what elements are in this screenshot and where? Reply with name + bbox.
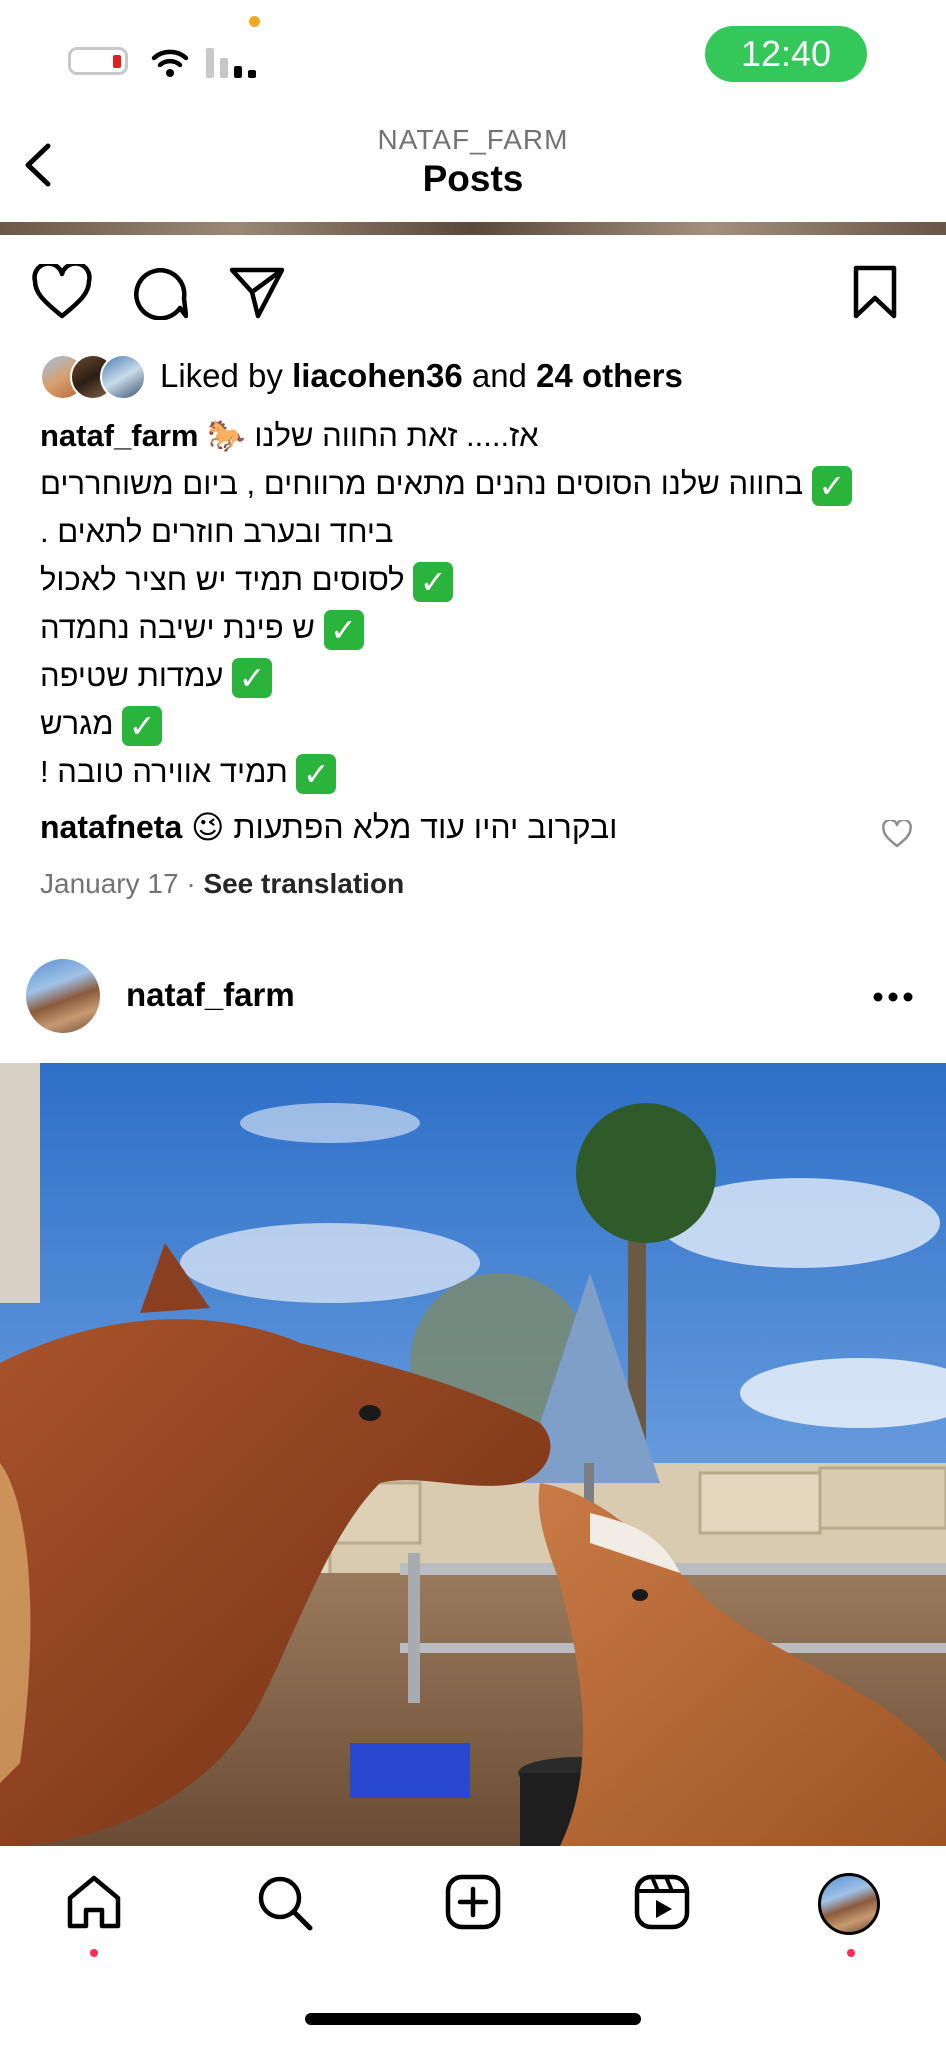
caption-line: תמיד אווירה טובה ! [40,754,288,789]
horses-photo [0,1063,946,1846]
search-icon[interactable] [254,1872,314,1932]
post-author-username[interactable]: nataf_farm [126,976,295,1014]
caption-line: עמדות שטיפה [40,658,224,693]
check-icon: ✓ [122,705,163,746]
check-icon: ✓ [413,561,454,602]
caption-line: ש פינת ישיבה נחמדה [40,610,315,645]
more-options-button[interactable] [872,991,914,1003]
home-icon[interactable] [64,1872,124,1932]
check-icon: ✓ [811,465,852,506]
liker-avatars [40,352,160,400]
caption-line: לסוסים תמיד יש חציר לאכול [40,562,405,597]
likes-others-count[interactable]: 24 others [536,357,683,394]
cellular-signal-icon [206,48,256,78]
like-button[interactable] [32,264,92,320]
share-button[interactable] [228,264,286,320]
create-icon[interactable] [443,1872,503,1932]
comment-username[interactable]: natafneta [40,809,182,845]
post-caption: nataf_farm אז..... זאת החווה שלנו 🐎 בחוו… [40,412,906,796]
comment-like-button[interactable] [882,820,912,848]
page-title: Posts [422,158,524,199]
post-meta: January 17 · See translation [40,868,404,900]
dot-separator: · [186,868,196,899]
caption-line: אז..... זאת החווה שלנו 🐎 [207,418,539,453]
post-author-avatar[interactable] [26,959,100,1033]
status-time: 12:40 [705,26,867,82]
check-icon: ✓ [296,753,337,794]
liker-username[interactable]: liacohen36 [292,357,463,394]
caption-line: ביחד ובערב חוזרים לתאים . [40,514,394,549]
caption-username[interactable]: nataf_farm [40,418,199,453]
post-image[interactable] [0,1063,946,1846]
caption-line: מגרש [40,706,114,741]
profile-tab-avatar[interactable] [818,1873,880,1935]
avatar [100,354,146,400]
privacy-indicator-dot [249,16,260,27]
wifi-icon [151,49,189,77]
see-translation-link[interactable]: See translation [203,868,404,899]
comment-button[interactable] [132,264,188,320]
comment-text: ובקרוב יהיו עוד מלא הפתעות 😉 [191,809,618,845]
comment-row: natafneta ובקרוב יהיו עוד מלא הפתעות 😉 [40,808,617,846]
home-notification-dot [90,1949,98,1957]
account-name-header: NATAF_FARM [377,124,569,155]
check-icon: ✓ [232,657,273,698]
previous-post-image-edge[interactable] [0,222,946,235]
post-date: January 17 [40,868,179,899]
reels-icon[interactable] [632,1872,692,1932]
profile-notification-dot [847,1949,855,1957]
battery-icon [68,47,128,75]
caption-line: בחווה שלנו הסוסים נהנים מתאים מרווחים , … [40,466,804,501]
check-icon: ✓ [323,609,364,650]
home-indicator [305,2013,641,2025]
likes-text: Liked by liacohen36 and 24 others [160,357,683,394]
save-button[interactable] [852,264,898,320]
likes-summary[interactable]: Liked by liacohen36 and 24 others [40,350,683,402]
